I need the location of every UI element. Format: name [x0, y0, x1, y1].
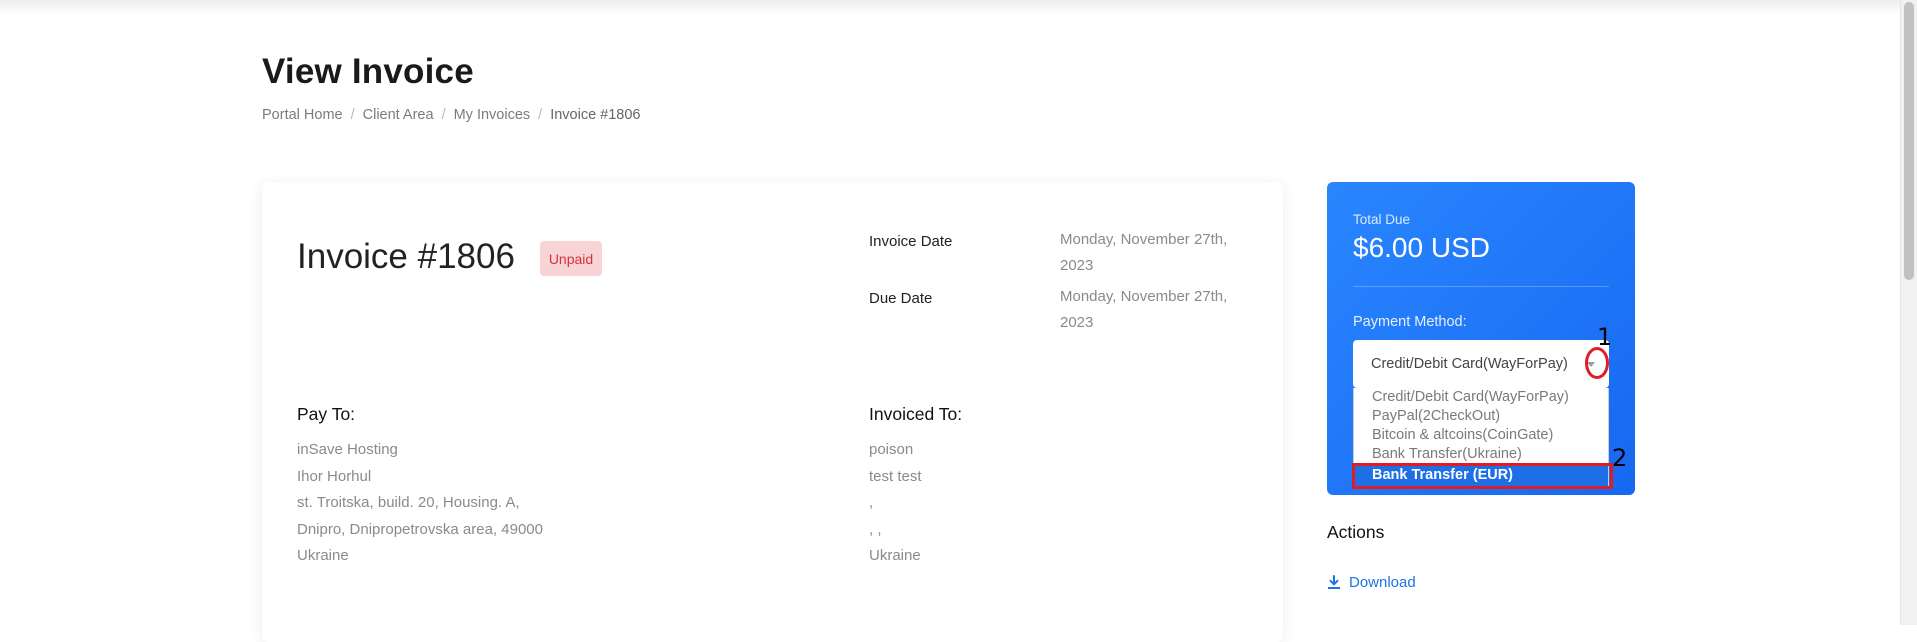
breadcrumb-client-area[interactable]: Client Area: [363, 107, 434, 123]
due-date-label: Due Date: [869, 290, 933, 307]
invoiced-to-line: poison: [869, 441, 914, 458]
payment-option[interactable]: Credit/Debit Card(WayForPay): [1354, 388, 1608, 407]
download-icon: [1328, 575, 1340, 589]
breadcrumb-separator: /: [350, 107, 355, 123]
actions-heading: Actions: [1327, 522, 1385, 542]
breadcrumb: Portal Home / Client Area / My Invoices …: [262, 107, 640, 123]
invoice-card: Invoice #1806 Unpaid Invoice Date Monday…: [262, 182, 1283, 642]
pay-to-line: Dnipro, Dnipropetrovska area, 49000: [297, 520, 543, 538]
pay-to-line: inSave Hosting: [297, 441, 398, 458]
pay-to-address: inSave Hosting Ihor Horhul st. Troitska,…: [297, 437, 543, 570]
payment-option[interactable]: Bank Transfer(Ukraine): [1354, 445, 1608, 464]
page-scrollbar[interactable]: [1900, 0, 1917, 625]
annotation-ellipse: [1585, 347, 1609, 379]
breadcrumb-portal-home[interactable]: Portal Home: [262, 107, 343, 123]
page-title: View Invoice: [262, 52, 474, 91]
invoiced-to-line: Ukraine: [869, 547, 921, 564]
download-label: Download: [1349, 574, 1416, 591]
annotation-number-1: 1: [1597, 323, 1613, 351]
breadcrumb-separator: /: [441, 107, 446, 123]
annotation-rectangle: [1352, 463, 1613, 489]
total-due-label: Total Due: [1353, 212, 1411, 227]
breadcrumb-separator: /: [538, 107, 543, 123]
invoice-number: Invoice #1806: [297, 237, 515, 276]
invoiced-to-address: poison test test , , , Ukraine: [869, 437, 922, 570]
payment-option[interactable]: PayPal(2CheckOut): [1354, 407, 1608, 426]
pay-to-line: Ukraine: [297, 547, 349, 564]
invoiced-to-line: , ,: [869, 520, 882, 538]
pay-to-line: Ihor Horhul: [297, 467, 372, 485]
invoiced-to-line: ,: [869, 494, 874, 511]
breadcrumb-my-invoices[interactable]: My Invoices: [454, 107, 531, 123]
payment-option[interactable]: Bitcoin & altcoins(CoinGate): [1354, 426, 1608, 445]
pay-to-line: st. Troitska, build. 20, Housing. A,: [297, 494, 520, 511]
annotation-number-2: 2: [1612, 444, 1628, 472]
total-due-amount: $6.00 USD: [1353, 232, 1490, 263]
pay-to-heading: Pay To:: [297, 404, 356, 424]
scrollbar-thumb[interactable]: [1904, 2, 1914, 280]
download-link[interactable]: Download: [1327, 574, 1416, 591]
invoice-date-value: Monday, November 27th, 2023: [1060, 231, 1228, 274]
due-date-value: Monday, November 27th, 2023: [1060, 288, 1228, 331]
payment-method-label: Payment Method:: [1353, 314, 1467, 330]
invoice-date-label: Invoice Date: [869, 233, 953, 250]
breadcrumb-current-invoice: Invoice #1806: [550, 107, 641, 123]
payment-method-select[interactable]: Credit/Debit Card(WayForPay): [1353, 340, 1609, 388]
panel-divider: [1353, 286, 1609, 287]
invoiced-to-heading: Invoiced To:: [869, 404, 963, 424]
header-shadow: [0, 0, 1900, 14]
invoiced-to-line: test test: [869, 467, 922, 485]
selected-payment-method: Credit/Debit Card(WayForPay): [1371, 356, 1568, 372]
status-badge: Unpaid: [540, 241, 602, 276]
